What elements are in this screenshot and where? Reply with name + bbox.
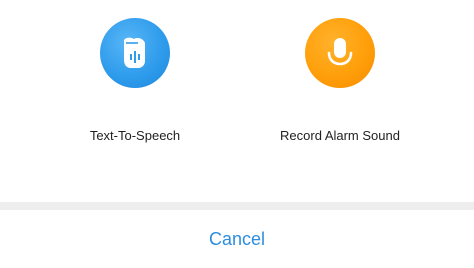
text-to-speech-option[interactable]: Text-To-Speech [55,10,215,150]
bottom-sheet: Text-To-Speech Record Alarm Sound Cancel [0,0,474,268]
cancel-button[interactable]: Cancel [0,210,474,268]
sound-options: Text-To-Speech Record Alarm Sound [0,0,474,190]
record-alarm-sound-label: Record Alarm Sound [280,128,400,143]
text-to-speech-label: Text-To-Speech [89,128,181,143]
speaking-head-glyph [124,37,145,68]
record-alarm-sound-option[interactable]: Record Alarm Sound [260,10,420,150]
cancel-label: Cancel [208,228,266,249]
microphone-icon [305,18,375,88]
section-divider [0,202,474,210]
microphone-glyph [327,38,353,66]
text-to-speech-icon [100,18,170,88]
